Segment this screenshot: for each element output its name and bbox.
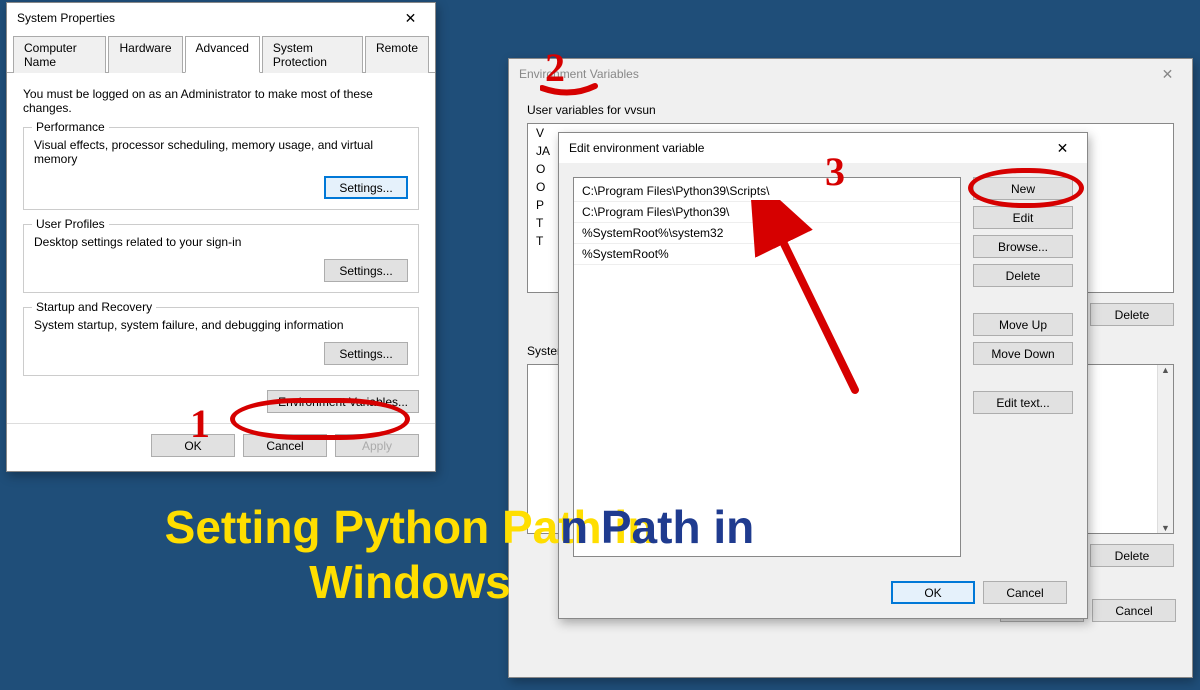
close-icon[interactable]: ✕: [388, 4, 433, 32]
performance-legend: Performance: [32, 120, 109, 134]
apply-button[interactable]: Apply: [335, 434, 419, 457]
path-item[interactable]: %SystemRoot%: [574, 244, 960, 265]
environment-variables-button[interactable]: Environment Variables...: [267, 390, 419, 413]
move-down-button[interactable]: Move Down: [973, 342, 1073, 365]
tab-advanced[interactable]: Advanced: [185, 36, 260, 73]
startup-recovery-settings-button[interactable]: Settings...: [324, 342, 408, 365]
cancel-button[interactable]: Cancel: [243, 434, 327, 457]
ok-button[interactable]: OK: [151, 434, 235, 457]
startup-recovery-legend: Startup and Recovery: [32, 300, 156, 314]
user-profiles-legend: User Profiles: [32, 217, 109, 231]
cancel-button[interactable]: Cancel: [983, 581, 1067, 604]
chevron-down-icon[interactable]: ▼: [1161, 523, 1170, 533]
window-title: Edit environment variable: [569, 141, 704, 155]
tabs: Computer Name Hardware Advanced System P…: [7, 33, 435, 73]
startup-recovery-desc: System startup, system failure, and debu…: [34, 318, 408, 332]
performance-desc: Visual effects, processor scheduling, me…: [34, 138, 408, 166]
performance-group: Performance Visual effects, processor sc…: [23, 127, 419, 210]
titlebar: System Properties ✕: [7, 3, 435, 33]
path-item[interactable]: %SystemRoot%\system32: [574, 223, 960, 244]
chevron-up-icon[interactable]: ▲: [1161, 365, 1170, 375]
window-title: Environment Variables: [519, 67, 639, 81]
user-profiles-settings-button[interactable]: Settings...: [324, 259, 408, 282]
tab-system-protection[interactable]: System Protection: [262, 36, 363, 73]
new-button[interactable]: New: [973, 177, 1073, 200]
path-item[interactable]: C:\Program Files\Python39\Scripts\: [574, 181, 960, 202]
performance-settings-button[interactable]: Settings...: [324, 176, 408, 199]
cancel-button[interactable]: Cancel: [1092, 599, 1176, 622]
ok-button[interactable]: OK: [891, 581, 975, 604]
browse-button[interactable]: Browse...: [973, 235, 1073, 258]
caption-overlay-fragment: n Path in: [560, 500, 754, 554]
close-icon[interactable]: ✕: [1145, 60, 1190, 88]
dialog-body: You must be logged on as an Administrato…: [7, 73, 435, 423]
move-up-button[interactable]: Move Up: [973, 313, 1073, 336]
close-icon[interactable]: ✕: [1040, 134, 1085, 162]
user-variables-label: User variables for vvsun: [527, 103, 1174, 117]
system-properties-dialog: System Properties ✕ Computer Name Hardwa…: [6, 2, 436, 472]
instruction-text: You must be logged on as an Administrato…: [23, 87, 419, 115]
user-delete-button[interactable]: Delete: [1090, 303, 1174, 326]
tab-hardware[interactable]: Hardware: [108, 36, 182, 73]
caption-line2: Windows: [309, 556, 510, 608]
scrollbar[interactable]: ▲▼: [1157, 365, 1173, 533]
delete-button[interactable]: Delete: [973, 264, 1073, 287]
startup-recovery-group: Startup and Recovery System startup, sys…: [23, 307, 419, 376]
path-item[interactable]: C:\Program Files\Python39\: [574, 202, 960, 223]
button-column: New Edit Browse... Delete Move Up Move D…: [973, 177, 1073, 557]
system-delete-button[interactable]: Delete: [1090, 544, 1174, 567]
user-profiles-group: User Profiles Desktop settings related t…: [23, 224, 419, 293]
tab-remote[interactable]: Remote: [365, 36, 429, 73]
tab-computer-name[interactable]: Computer Name: [13, 36, 106, 73]
window-title: System Properties: [17, 11, 115, 25]
edit-text-button[interactable]: Edit text...: [973, 391, 1073, 414]
titlebar: Edit environment variable ✕: [559, 133, 1087, 163]
edit-button[interactable]: Edit: [973, 206, 1073, 229]
user-profiles-desc: Desktop settings related to your sign-in: [34, 235, 408, 249]
titlebar: Environment Variables ✕: [509, 59, 1192, 89]
